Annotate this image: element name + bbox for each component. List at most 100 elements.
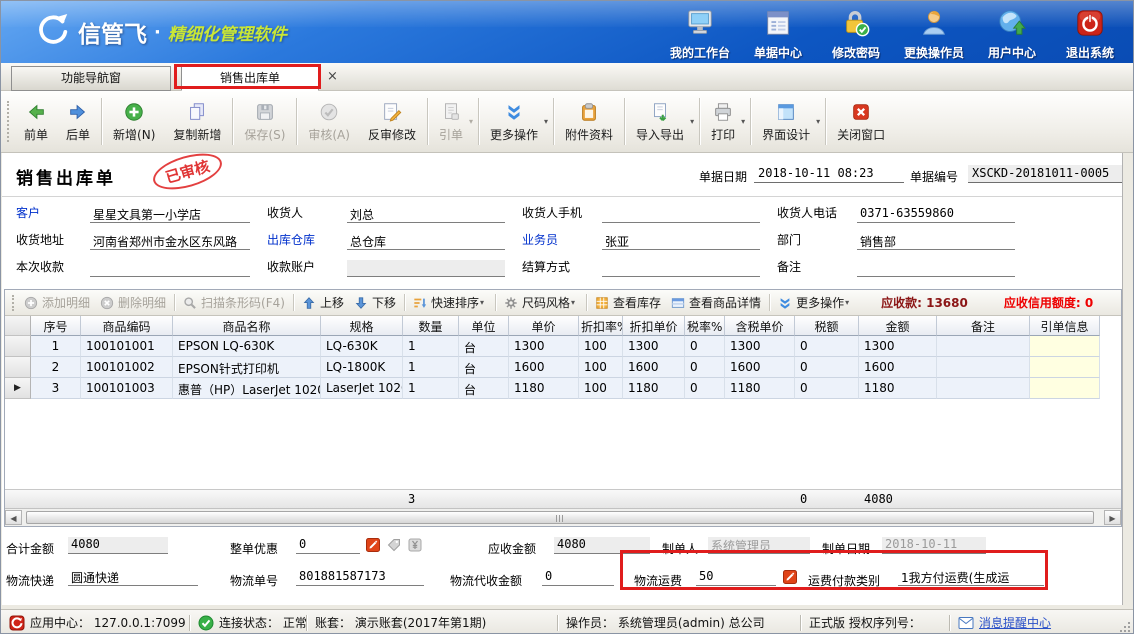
table-cell[interactable]: 1300 xyxy=(725,336,795,357)
table-cell[interactable]: 0 xyxy=(685,357,725,378)
prev-doc-button[interactable]: 前单 xyxy=(15,91,57,152)
table-cell[interactable]: 100101001 xyxy=(81,336,173,357)
table-cell[interactable]: 1180 xyxy=(623,378,685,399)
scan-barcode-button[interactable]: 扫描条形码(F4) xyxy=(178,294,290,311)
table-cell[interactable]: EPSON LQ-630K xyxy=(173,336,321,357)
toolbar-drag-handle[interactable] xyxy=(7,101,10,142)
table-cell[interactable]: 100 xyxy=(579,378,623,399)
table-cell[interactable]: 2 xyxy=(31,357,81,378)
horizontal-scrollbar[interactable]: ◀ ▶ xyxy=(5,509,1121,526)
move-up-button[interactable]: 上移 xyxy=(297,294,349,311)
table-cell[interactable] xyxy=(937,336,1030,357)
save-button[interactable]: 保存(S) xyxy=(235,91,294,152)
table-cell[interactable]: 100101002 xyxy=(81,357,173,378)
print-button[interactable]: 打印 xyxy=(702,101,744,143)
table-cell[interactable]: 1300 xyxy=(509,336,579,357)
table-cell[interactable]: 1600 xyxy=(509,357,579,378)
tab-function-nav[interactable]: 功能导航窗 xyxy=(11,66,171,91)
tracking-no-field[interactable]: 801881587173 xyxy=(296,569,424,586)
column-header[interactable]: 备注 xyxy=(937,316,1030,336)
tab-close-icon[interactable]: × xyxy=(327,69,338,84)
table-cell[interactable]: 1600 xyxy=(859,357,937,378)
edit-discount-icon[interactable] xyxy=(366,538,380,552)
freight-field[interactable]: 50 xyxy=(696,569,776,586)
copy-add-button[interactable]: 复制新增 xyxy=(164,91,230,152)
dropdown-caret[interactable]: ▾ xyxy=(544,117,548,126)
nav-user-center[interactable]: 用户中心 xyxy=(973,8,1051,61)
column-header[interactable]: 折扣率% xyxy=(579,316,623,336)
table-cell[interactable]: 惠普（HP）LaserJet 1020 xyxy=(173,378,321,399)
table-cell[interactable] xyxy=(1030,378,1100,399)
table-row[interactable]: 2100101002EPSON针式打印机LQ-1800K1台1600100160… xyxy=(5,357,1121,378)
scroll-right-arrow[interactable]: ▶ xyxy=(1104,510,1121,525)
doc-date-field[interactable]: 2018-10-11 08:23 xyxy=(754,165,904,183)
table-cell[interactable]: 1300 xyxy=(623,336,685,357)
table-cell[interactable]: 1180 xyxy=(509,378,579,399)
tag-icon[interactable] xyxy=(387,538,401,552)
column-header[interactable]: 单位 xyxy=(459,316,509,336)
express-field[interactable]: 圆通快递 xyxy=(68,569,198,586)
status-message-center[interactable]: 消息提醒中心 xyxy=(950,610,1059,634)
nav-exit-system[interactable]: 退出系统 xyxy=(1051,8,1129,61)
column-header[interactable]: 含税单价 xyxy=(725,316,795,336)
table-row[interactable]: ▶3100101003惠普（HP）LaserJet 1020LaserJet 1… xyxy=(5,378,1121,399)
table-cell[interactable] xyxy=(1030,357,1100,378)
dropdown-caret[interactable]: ▾ xyxy=(480,298,484,307)
scrollbar-thumb[interactable] xyxy=(26,511,1094,524)
quick-sort-button[interactable]: 快速排序 ▾ xyxy=(408,294,492,311)
receivable-amount-field[interactable]: 4080 xyxy=(554,537,650,554)
table-cell[interactable]: 0 xyxy=(795,378,859,399)
move-down-button[interactable]: 下移 xyxy=(349,294,401,311)
column-header[interactable]: 金额 xyxy=(859,316,937,336)
cod-amount-field[interactable]: 0 xyxy=(542,569,614,586)
column-header[interactable]: 数量 xyxy=(403,316,459,336)
table-cell[interactable]: 台 xyxy=(459,378,509,399)
delete-detail-button[interactable]: 删除明细 xyxy=(95,294,171,311)
table-cell[interactable] xyxy=(1030,336,1100,357)
unaudit-button[interactable]: 反审修改 xyxy=(359,91,425,152)
column-header[interactable]: 税率% xyxy=(685,316,725,336)
total-amount-field[interactable]: 4080 xyxy=(68,537,168,554)
more-actions-button[interactable]: 更多操作 xyxy=(481,101,547,143)
attachments-button[interactable]: 附件资料 xyxy=(556,91,622,152)
dropdown-caret[interactable]: ▾ xyxy=(690,117,694,126)
table-cell[interactable]: 1600 xyxy=(725,357,795,378)
table-cell[interactable]: 100101003 xyxy=(81,378,173,399)
dropdown-caret[interactable]: ▾ xyxy=(741,117,745,126)
table-row[interactable]: 1100101001EPSON LQ-630KLQ-630K1台13001001… xyxy=(5,336,1121,357)
table-cell[interactable]: 0 xyxy=(795,357,859,378)
table-cell[interactable]: 1 xyxy=(31,336,81,357)
column-header[interactable]: 规格 xyxy=(321,316,403,336)
table-cell[interactable]: 1 xyxy=(403,336,459,357)
table-cell[interactable]: 台 xyxy=(459,357,509,378)
tab-sales-outbound[interactable]: 销售出库单 xyxy=(181,66,319,91)
nav-change-password[interactable]: 修改密码 xyxy=(817,8,895,61)
import-export-button[interactable]: 导入导出 xyxy=(627,101,693,143)
resize-grip[interactable] xyxy=(1118,620,1130,632)
currency-icon[interactable] xyxy=(408,538,422,552)
table-cell[interactable]: 1300 xyxy=(859,336,937,357)
table-cell[interactable]: 100 xyxy=(579,357,623,378)
size-style-button[interactable]: 尺码风格 ▾ xyxy=(499,294,583,311)
column-header[interactable]: 单价 xyxy=(509,316,579,336)
edit-freight-icon[interactable] xyxy=(783,570,797,584)
dropdown-caret[interactable]: ▾ xyxy=(816,117,820,126)
table-cell[interactable]: LaserJet 1020 xyxy=(321,378,403,399)
table-cell[interactable]: EPSON针式打印机 xyxy=(173,357,321,378)
column-header[interactable]: 引单信息 xyxy=(1030,316,1100,336)
column-header[interactable]: 商品编码 xyxy=(81,316,173,336)
column-header[interactable]: 商品名称 xyxy=(173,316,321,336)
table-cell[interactable]: 0 xyxy=(685,336,725,357)
column-header[interactable]: 序号 xyxy=(31,316,81,336)
table-cell[interactable]: 3 xyxy=(31,378,81,399)
view-stock-button[interactable]: 查看库存 xyxy=(590,294,666,311)
add-detail-button[interactable]: 添加明细 xyxy=(19,294,95,311)
table-cell[interactable] xyxy=(937,357,1030,378)
close-window-button[interactable]: 关闭窗口 xyxy=(828,91,894,152)
column-header[interactable]: 折扣单价 xyxy=(623,316,685,336)
table-cell[interactable]: 台 xyxy=(459,336,509,357)
table-cell[interactable]: 1 xyxy=(403,357,459,378)
table-cell[interactable]: LQ-1800K xyxy=(321,357,403,378)
ref-doc-button[interactable]: 引单 xyxy=(430,101,472,143)
grid-toolbar-drag-handle[interactable] xyxy=(12,295,15,311)
